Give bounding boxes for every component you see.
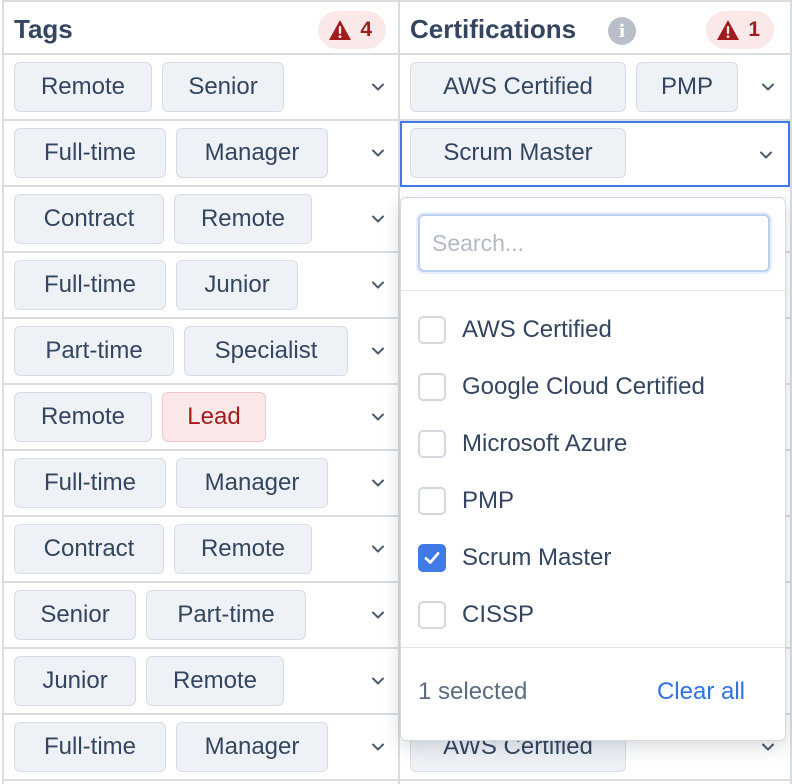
- certification-chip[interactable]: AWS Certified: [410, 62, 626, 112]
- option-label: AWS Certified: [462, 316, 612, 343]
- checkmark-icon: [424, 552, 440, 564]
- tag-cell[interactable]: Full-time Manager: [4, 715, 400, 781]
- tag-chip[interactable]: Lead: [162, 392, 266, 442]
- tag-chip[interactable]: Remote: [146, 656, 284, 706]
- tag-chip[interactable]: Remote: [174, 194, 312, 244]
- option-label: Microsoft Azure: [462, 430, 628, 457]
- option-item[interactable]: Google Cloud Certified: [418, 367, 775, 407]
- certification-chip[interactable]: PMP: [636, 62, 738, 112]
- option-item[interactable]: PMP: [418, 481, 775, 521]
- tags-warning-badge[interactable]: 4: [318, 11, 386, 49]
- tag-cell[interactable]: Contract Remote: [4, 517, 400, 583]
- cert-cell[interactable]: Scrum Master: [400, 121, 790, 187]
- tags-warning-count: 4: [360, 18, 372, 41]
- tag-cell[interactable]: Remote Lead: [4, 385, 400, 451]
- tag-cell[interactable]: Part-time Specialist: [4, 319, 400, 385]
- chevron-down-icon[interactable]: [370, 409, 386, 425]
- tag-chip[interactable]: Contract: [14, 194, 164, 244]
- option-label: CISSP: [462, 601, 535, 628]
- warning-icon: [717, 20, 740, 40]
- chevron-down-icon[interactable]: [370, 607, 386, 623]
- tags-header[interactable]: Tags 4: [4, 0, 400, 55]
- tag-chip[interactable]: Contract: [14, 524, 164, 574]
- option-item[interactable]: Scrum Master: [418, 538, 775, 578]
- chevron-down-icon[interactable]: [370, 739, 386, 755]
- selected-count: 1 selected: [418, 678, 528, 705]
- option-label: Google Cloud Certified: [462, 373, 705, 400]
- dropdown-search-section: [401, 198, 785, 291]
- tag-chip[interactable]: Full-time: [14, 722, 166, 772]
- tags-column: Tags 4 Remote Senior Full-time Manager Contr…: [2, 0, 400, 784]
- tag-cell[interactable]: Junior Remote: [4, 649, 400, 715]
- checkbox[interactable]: [418, 373, 446, 401]
- option-item[interactable]: Microsoft Azure: [418, 424, 775, 464]
- tag-chip[interactable]: Senior: [162, 62, 284, 112]
- warning-icon: [329, 20, 352, 40]
- option-item[interactable]: AWS Certified: [418, 310, 775, 350]
- chevron-down-icon[interactable]: [370, 211, 386, 227]
- certifications-header-title: Certifications: [410, 14, 577, 44]
- chevron-down-icon[interactable]: [370, 277, 386, 293]
- chevron-down-icon[interactable]: [370, 673, 386, 689]
- option-label: Scrum Master: [462, 544, 612, 571]
- dropdown-footer: 1 selected Clear all: [401, 647, 785, 740]
- tag-cell[interactable]: Full-time Manager: [4, 121, 400, 187]
- certifications-warning-badge[interactable]: 1: [706, 11, 774, 49]
- tag-chip[interactable]: Full-time: [14, 458, 166, 508]
- tag-chip[interactable]: Part-time: [14, 326, 174, 376]
- chevron-down-icon[interactable]: [370, 145, 386, 161]
- tag-cell[interactable]: Full-time Junior: [4, 253, 400, 319]
- chevron-down-icon[interactable]: [758, 147, 774, 163]
- chevron-down-icon[interactable]: [370, 541, 386, 557]
- certification-chip[interactable]: Scrum Master: [410, 128, 626, 178]
- tag-chip[interactable]: Remote: [14, 392, 152, 442]
- cert-cell[interactable]: AWS Certified PMP: [400, 55, 790, 121]
- chevron-down-icon[interactable]: [760, 739, 776, 755]
- tag-chip[interactable]: Manager: [176, 722, 328, 772]
- tag-chip[interactable]: Full-time: [14, 128, 166, 178]
- tag-cell[interactable]: Senior Part-time: [4, 583, 400, 649]
- tag-chip[interactable]: Junior: [14, 656, 136, 706]
- chevron-down-icon[interactable]: [370, 343, 386, 359]
- checkbox[interactable]: [418, 487, 446, 515]
- info-icon[interactable]: i: [608, 17, 636, 45]
- checkbox[interactable]: [418, 430, 446, 458]
- tag-chip[interactable]: Part-time: [146, 590, 306, 640]
- checkbox-checked[interactable]: [418, 544, 446, 572]
- chevron-down-icon[interactable]: [370, 79, 386, 95]
- checkbox[interactable]: [418, 316, 446, 344]
- tag-cell[interactable]: Contract Remote: [4, 187, 400, 253]
- tag-chip[interactable]: Full-time: [14, 260, 166, 310]
- tags-header-title: Tags: [14, 14, 73, 44]
- tag-chip[interactable]: Remote: [174, 524, 312, 574]
- clear-all-button[interactable]: Clear all: [657, 678, 745, 706]
- tag-chip[interactable]: Junior: [176, 260, 298, 310]
- certifications-warning-count: 1: [748, 18, 760, 41]
- tag-chip[interactable]: Manager: [176, 128, 328, 178]
- checkbox[interactable]: [418, 601, 446, 629]
- tag-chip[interactable]: Senior: [14, 590, 136, 640]
- option-label: PMP: [462, 487, 515, 514]
- certifications-header[interactable]: Certifications i 1: [400, 0, 790, 55]
- chevron-down-icon[interactable]: [370, 475, 386, 491]
- tag-chip[interactable]: Specialist: [184, 326, 348, 376]
- certifications-dropdown: AWS Certified Google Cloud Certified Micro…: [400, 197, 786, 741]
- tag-chip[interactable]: Manager: [176, 458, 328, 508]
- chevron-down-icon[interactable]: [760, 79, 776, 95]
- tag-cell[interactable]: Remote Senior: [4, 55, 400, 121]
- tag-chip[interactable]: Remote: [14, 62, 152, 112]
- option-item[interactable]: CISSP: [418, 595, 775, 635]
- search-input[interactable]: [418, 214, 770, 272]
- tag-cell[interactable]: Full-time Manager: [4, 451, 400, 517]
